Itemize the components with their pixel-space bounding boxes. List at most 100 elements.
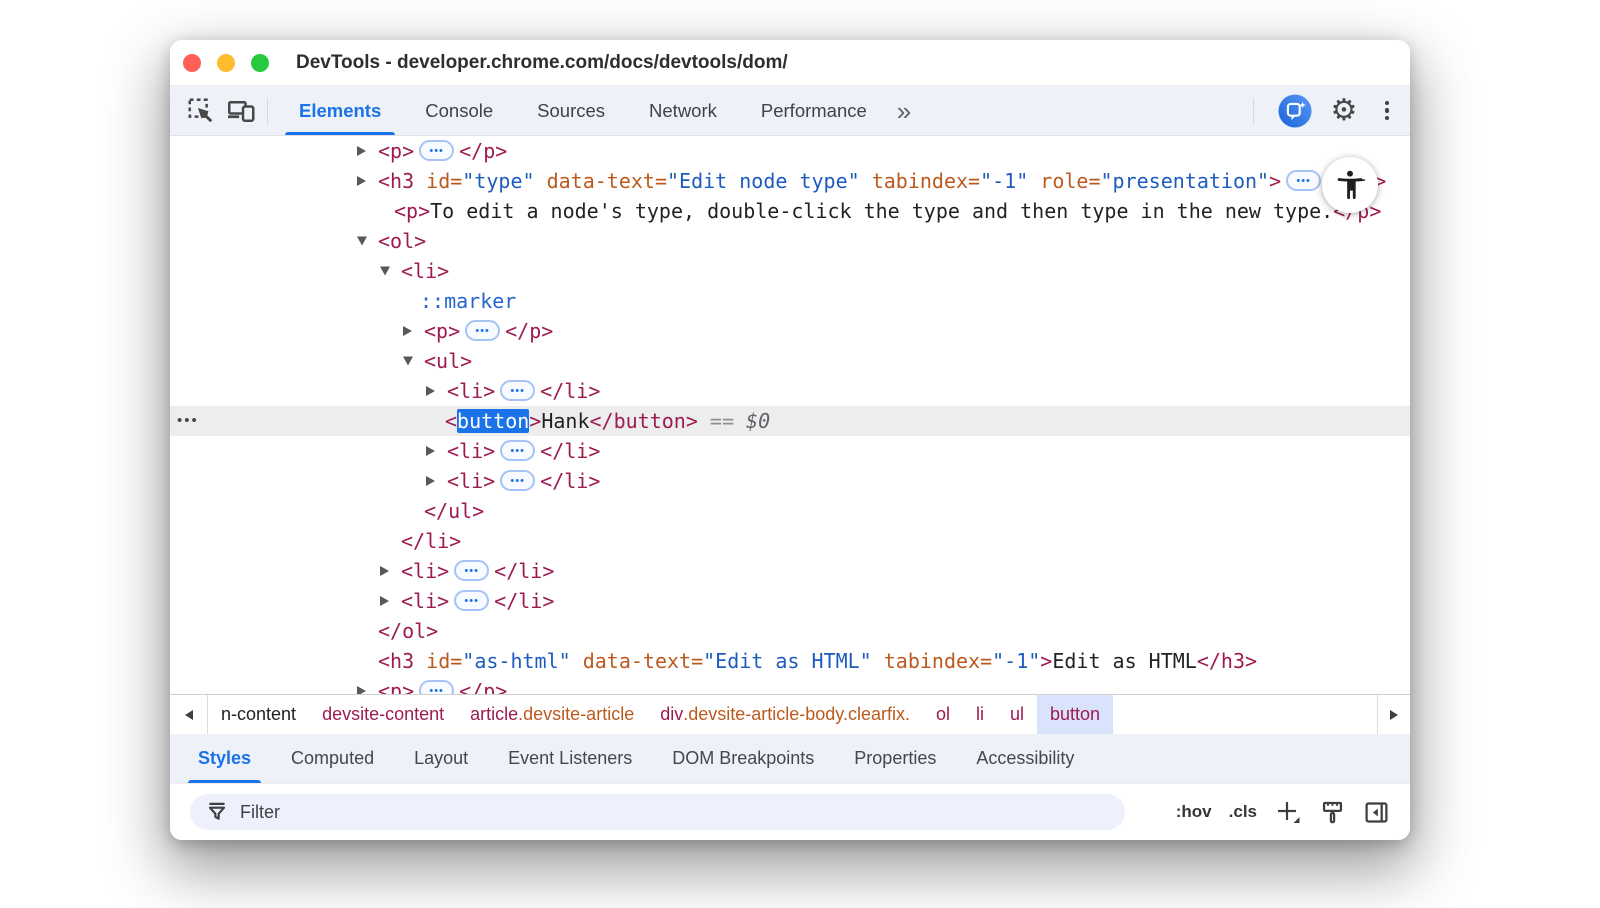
dom-tree-row[interactable]: <li>•••</li> [170, 436, 1410, 466]
expand-ellipsis-button[interactable]: ••• [500, 470, 535, 491]
minimize-button[interactable] [217, 54, 235, 72]
collapse-arrow-icon[interactable] [380, 267, 390, 276]
dom-tree-row[interactable]: <p>•••</p> [170, 136, 1410, 166]
dom-tree-row-selected[interactable]: •••<button>Hank</button> == $0 [170, 406, 1410, 436]
close-button[interactable] [183, 54, 201, 72]
tab-computed[interactable]: Computed [271, 734, 394, 783]
dom-tree-row[interactable]: <p>•••</p> [170, 316, 1410, 346]
breadcrumb-part: div [660, 704, 683, 725]
code-token: <p> [378, 139, 414, 163]
device-toolbar-icon[interactable] [224, 94, 258, 128]
code-token: <p> [424, 319, 460, 343]
dom-tree-row[interactable]: <li>•••</li> [170, 556, 1410, 586]
dom-tree-row[interactable]: <li>•••</li> [170, 466, 1410, 496]
breadcrumb-bar: n-contentdevsite-contentarticle.devsite-… [170, 694, 1410, 734]
tab-accessibility[interactable]: Accessibility [956, 734, 1094, 783]
code-token: </li> [540, 439, 600, 463]
dom-tree-row[interactable]: <h3 id="type" data-text="Edit node type"… [170, 166, 1410, 196]
dom-tree-row[interactable]: <li> [170, 256, 1410, 286]
tab-performance[interactable]: Performance [739, 86, 889, 135]
breadcrumb-item[interactable]: n-content [208, 695, 309, 734]
dom-tree-row[interactable]: <ul> [170, 346, 1410, 376]
expand-arrow-icon[interactable] [426, 386, 435, 396]
more-menu-icon[interactable] [1376, 94, 1398, 128]
tab-console[interactable]: Console [403, 86, 515, 135]
zoom-button[interactable] [251, 54, 269, 72]
tab-elements[interactable]: Elements [277, 86, 403, 135]
expand-arrow-icon[interactable] [357, 686, 366, 694]
tab-properties[interactable]: Properties [834, 734, 956, 783]
code-token: tabindex= [872, 649, 992, 673]
breadcrumb-item[interactable]: div.devsite-article-body.clearfix. [647, 695, 923, 734]
tab-event-listeners[interactable]: Event Listeners [488, 734, 652, 783]
tab-sources[interactable]: Sources [515, 86, 627, 135]
dom-tree-row[interactable]: </li> [170, 526, 1410, 556]
rendering-brush-icon[interactable] [1319, 799, 1346, 826]
more-tabs-button[interactable]: » [889, 98, 921, 124]
code-token: <p> [378, 679, 414, 694]
dom-tree-row[interactable]: <ol> [170, 226, 1410, 256]
expand-arrow-icon[interactable] [426, 446, 435, 456]
inspect-icon[interactable] [184, 94, 218, 128]
breadcrumb-item[interactable]: ol [923, 695, 963, 734]
expand-arrow-icon[interactable] [357, 146, 366, 156]
filter-input[interactable] [240, 802, 1117, 823]
code-token: <ol> [378, 229, 426, 253]
expand-ellipsis-button[interactable]: ••• [1286, 170, 1321, 191]
dom-tree-row[interactable]: <li>•••</li> [170, 376, 1410, 406]
expand-ellipsis-button[interactable]: ••• [500, 380, 535, 401]
dom-tree-row[interactable]: <li>•••</li> [170, 586, 1410, 616]
code-token: </li> [494, 589, 554, 613]
expand-ellipsis-button[interactable]: ••• [500, 440, 535, 461]
breadcrumb-part: ul [1010, 704, 1024, 725]
expand-ellipsis-button[interactable]: ••• [454, 560, 489, 581]
collapse-arrow-icon[interactable] [403, 357, 413, 366]
breadcrumb-item-selected[interactable]: button [1037, 695, 1113, 734]
tab-styles[interactable]: Styles [178, 734, 271, 783]
expand-arrow-icon[interactable] [380, 596, 389, 606]
expand-ellipsis-button[interactable]: ••• [454, 590, 489, 611]
breadcrumb-scroll-left-button[interactable] [170, 695, 208, 734]
traffic-lights [183, 54, 269, 72]
collapse-arrow-icon[interactable] [357, 237, 367, 246]
breadcrumb-scroll-right-button[interactable] [1377, 695, 1410, 734]
expand-ellipsis-button[interactable]: ••• [419, 680, 454, 694]
expand-ellipsis-button[interactable]: ••• [465, 320, 500, 341]
code-token: > [529, 409, 541, 433]
breadcrumb-item[interactable]: li [963, 695, 997, 734]
dom-tree-row[interactable]: </ol> [170, 616, 1410, 646]
dom-tree-row[interactable]: <p>To edit a node's type, double-click t… [170, 196, 1410, 226]
breadcrumb-item[interactable]: devsite-content [309, 695, 457, 734]
breadcrumb-item[interactable]: article.devsite-article [457, 695, 647, 734]
breadcrumb: n-contentdevsite-contentarticle.devsite-… [208, 695, 1113, 734]
filter-funnel-icon [204, 799, 230, 825]
expand-ellipsis-button[interactable]: ••• [419, 140, 454, 161]
ai-assistant-icon[interactable] [1278, 94, 1312, 128]
expand-arrow-icon[interactable] [380, 566, 389, 576]
expand-arrow-icon[interactable] [403, 326, 412, 336]
filter-field[interactable] [190, 794, 1125, 830]
row-overflow-menu[interactable]: ••• [177, 406, 199, 436]
element-classes-button[interactable]: .cls [1229, 802, 1257, 822]
page-background: DevTools - developer.chrome.com/docs/dev… [0, 0, 1600, 908]
dom-tree-row[interactable]: <p>•••</p> [170, 676, 1410, 694]
code-token: <ul> [424, 349, 472, 373]
toggle-element-state-button[interactable]: :hov [1176, 802, 1212, 822]
expand-arrow-icon[interactable] [357, 176, 366, 186]
dom-tree-row[interactable]: </ul> [170, 496, 1410, 526]
code-token: "Edit as HTML" [703, 649, 872, 673]
dom-tree-row[interactable]: ::marker [170, 286, 1410, 316]
code-token: button [457, 409, 529, 433]
tab-layout[interactable]: Layout [394, 734, 488, 783]
breadcrumb-item[interactable]: ul [997, 695, 1037, 734]
breadcrumb-part: article [470, 704, 518, 725]
toggle-sidebar-icon[interactable] [1363, 799, 1390, 826]
settings-gear-icon[interactable]: ⚙ [1327, 94, 1361, 128]
expand-arrow-icon[interactable] [426, 476, 435, 486]
tab-dom-breakpoints[interactable]: DOM Breakpoints [652, 734, 834, 783]
dom-tree-row[interactable]: <h3 id="as-html" data-text="Edit as HTML… [170, 646, 1410, 676]
tab-network[interactable]: Network [627, 86, 739, 135]
code-token: Hank [541, 409, 589, 433]
new-style-rule-icon[interactable] [1274, 798, 1302, 826]
code-token: $0 [734, 409, 770, 433]
